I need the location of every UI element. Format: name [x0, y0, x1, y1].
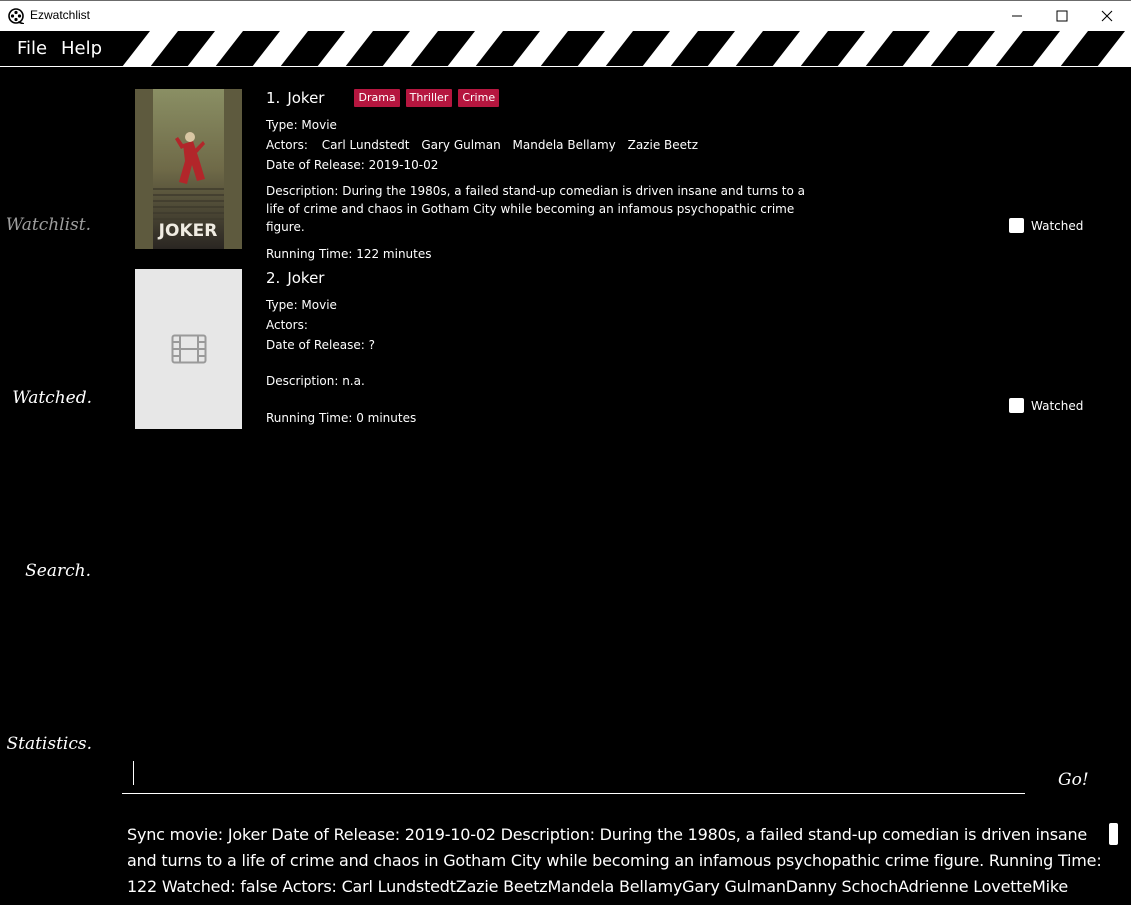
nav-watched[interactable]: Watched. — [0, 388, 92, 408]
movie-actors: Actors: Carl Lundstedt Gary Gulman Mande… — [266, 135, 866, 155]
actors-label: Actors: — [266, 138, 308, 152]
movie-title-row: 2. Joker — [266, 269, 866, 287]
maximize-icon — [1056, 10, 1067, 22]
movie-card: 2. Joker Type: Movie Actors: Date of Rel… — [135, 269, 1095, 429]
genre-badge: Crime — [458, 89, 500, 107]
close-button[interactable] — [1084, 1, 1129, 31]
watched-label: Watched — [1031, 398, 1084, 413]
result-display: Sync movie: Joker Date of Release: 2019-… — [127, 825, 1102, 905]
nav-statistics[interactable]: Statistics. — [0, 734, 92, 754]
watched-checkbox[interactable] — [1009, 218, 1024, 233]
watched-label: Watched — [1031, 218, 1084, 233]
title-bar: Ezwatchlist — [0, 0, 1131, 31]
movie-release-date: Date of Release: ? — [266, 338, 375, 352]
svg-text:JOKER: JOKER — [158, 221, 218, 241]
movie-type: Type: Movie — [266, 118, 337, 132]
movie-poster: JOKER — [135, 89, 242, 249]
movie-type: Type: Movie — [266, 298, 337, 312]
nav-search[interactable]: Search. — [0, 561, 91, 581]
movie-title: Joker — [287, 269, 325, 287]
command-input[interactable] — [122, 758, 1025, 794]
genre-badge: Drama — [354, 89, 400, 107]
movie-title-row: 1. Joker Drama Thriller Crime — [266, 89, 866, 107]
movie-release-date: Date of Release: 2019-10-02 — [266, 158, 439, 172]
nav-watchlist[interactable]: Watchlist. — [0, 215, 91, 235]
actor-name: Zazie Beetz — [627, 138, 699, 152]
minimize-button[interactable] — [994, 1, 1039, 31]
actors-label: Actors: — [266, 318, 308, 332]
maximize-button[interactable] — [1039, 1, 1084, 31]
watched-checkbox[interactable] — [1009, 398, 1024, 413]
genre-badge: Thriller — [405, 89, 453, 107]
go-button[interactable]: Go! — [1058, 770, 1089, 790]
movie-info: 2. Joker Type: Movie Actors: Date of Rel… — [266, 269, 866, 428]
movie-poster-placeholder — [135, 269, 242, 429]
film-reel-icon — [8, 8, 24, 24]
watched-toggle[interactable]: Watched — [1009, 398, 1083, 413]
movie-info: 1. Joker Drama Thriller Crime Type: Movi… — [266, 89, 866, 264]
result-scrollbar[interactable] — [1109, 823, 1118, 845]
film-placeholder-icon — [171, 334, 206, 364]
movie-index: 1. — [266, 89, 281, 107]
minimize-icon — [1011, 15, 1022, 17]
movie-index: 2. — [266, 269, 281, 287]
menu-bar: File Help — [0, 31, 1131, 67]
clapperboard-stripes — [122, 31, 1131, 66]
menu-help[interactable]: Help — [61, 38, 102, 59]
movie-description: Description: During the 1980s, a failed … — [266, 184, 805, 234]
watched-toggle[interactable]: Watched — [1009, 218, 1083, 233]
actor-name: Mandela Bellamy — [512, 138, 616, 152]
movie-running-time: Running Time: 0 minutes — [266, 411, 417, 425]
text-caret — [133, 761, 134, 785]
movie-running-time: Running Time: 122 minutes — [266, 247, 432, 261]
movie-description: Description: n.a. — [266, 374, 365, 388]
menu-file[interactable]: File — [17, 38, 47, 59]
movie-actors: Actors: — [266, 315, 866, 335]
actor-name: Carl Lundstedt — [321, 138, 410, 152]
actor-name: Gary Gulman — [421, 138, 501, 152]
movie-card: JOKER 1. Joker Drama Thriller Crime Type… — [135, 89, 1095, 261]
close-icon — [1101, 10, 1112, 22]
window-title: Ezwatchlist — [30, 8, 91, 22]
movie-title: Joker — [287, 89, 325, 107]
